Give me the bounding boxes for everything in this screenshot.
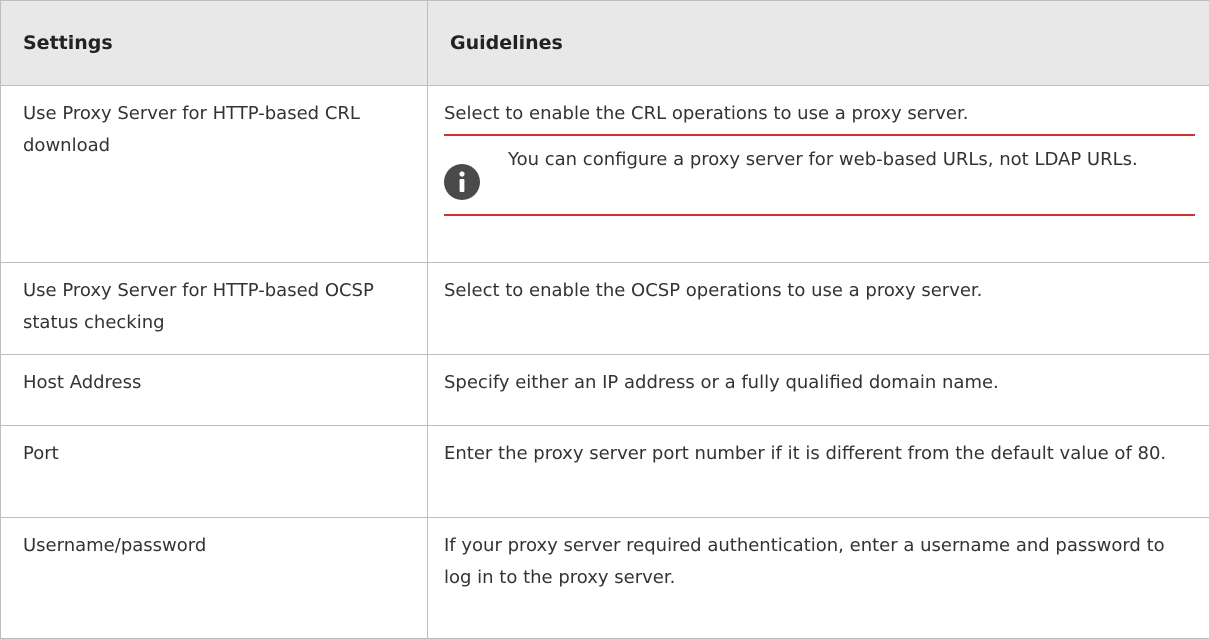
header-settings: Settings <box>1 1 428 86</box>
setting-cell: Username/password <box>1 518 428 639</box>
note-callout: You can configure a proxy server for web… <box>444 136 1195 216</box>
setting-cell: Port <box>1 426 428 518</box>
info-icon <box>444 164 480 200</box>
setting-cell: Use Proxy Server for HTTP-based CRL down… <box>1 86 428 263</box>
note-text: You can configure a proxy server for web… <box>508 144 1195 176</box>
table-row: Port Enter the proxy server port number … <box>1 426 1209 518</box>
settings-table: Settings Guidelines Use Proxy Server for… <box>0 0 1209 639</box>
guideline-cell: Enter the proxy server port number if it… <box>428 426 1209 518</box>
guideline-cell: Specify either an IP address or a fully … <box>428 355 1209 426</box>
table-row: Username/password If your proxy server r… <box>1 518 1209 639</box>
guideline-cell: Select to enable the CRL operations to u… <box>428 86 1209 263</box>
guideline-cell: Select to enable the OCSP operations to … <box>428 263 1209 355</box>
table-row: Use Proxy Server for HTTP-based OCSP sta… <box>1 263 1209 355</box>
table-header-row: Settings Guidelines <box>1 1 1209 86</box>
guideline-cell: If your proxy server required authentica… <box>428 518 1209 639</box>
table-row: Host Address Specify either an IP addres… <box>1 355 1209 426</box>
header-guidelines: Guidelines <box>428 1 1209 86</box>
guideline-text: Select to enable the CRL operations to u… <box>444 98 1195 136</box>
setting-cell: Host Address <box>1 355 428 426</box>
setting-cell: Use Proxy Server for HTTP-based OCSP sta… <box>1 263 428 355</box>
table-row: Use Proxy Server for HTTP-based CRL down… <box>1 86 1209 263</box>
